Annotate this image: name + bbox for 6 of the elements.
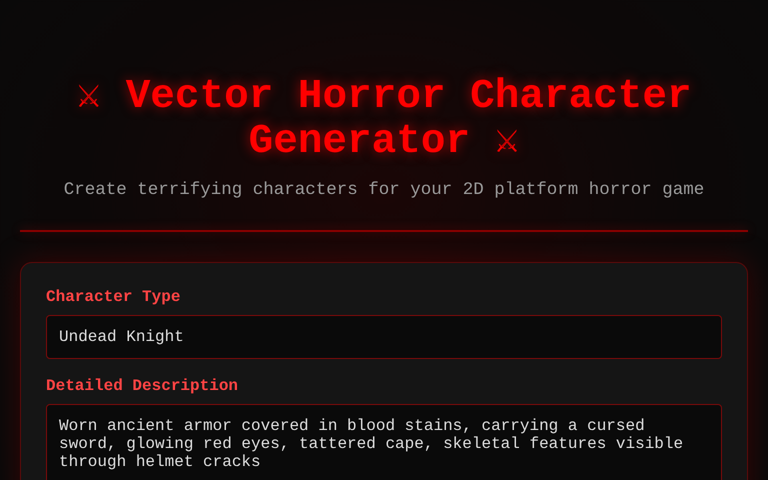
description-field[interactable]: Worn ancient armor covered in blood stains, carrying a cursed sword, glowing red eyes, tattered cape, skeletal features visible through helmet cracks <box>46 404 722 480</box>
subtitle: Create terrifying characters for your 2D platform horror game <box>62 180 706 200</box>
field-label: Character Type <box>46 288 180 306</box>
page-title: ⚔ Vector Horror Character Generator ⚔ <box>75 75 693 165</box>
field-label: Detailed Description <box>46 377 238 395</box>
input-field[interactable]: Undead Knight <box>46 315 722 359</box>
